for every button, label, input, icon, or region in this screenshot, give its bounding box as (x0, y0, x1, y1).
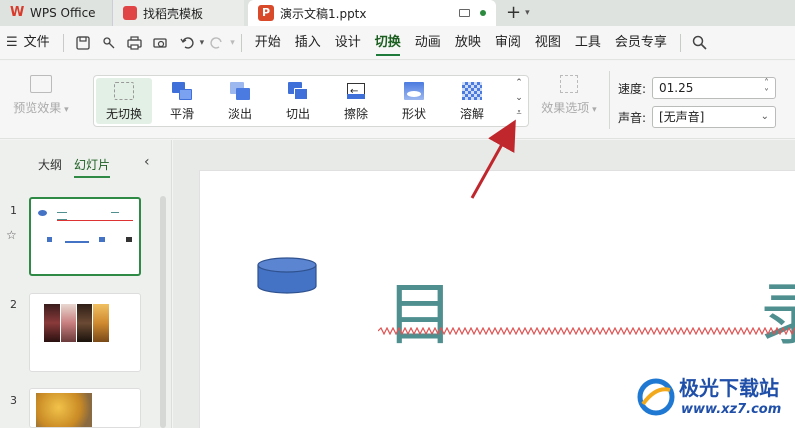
watermark-url: www.xz7.com (681, 402, 782, 417)
watermark-logo-icon (637, 378, 675, 416)
annotation-arrow (470, 119, 516, 199)
watermark-title: 极光下载站 (679, 376, 779, 400)
watermark: 极光下载站 www.xz7.com (633, 372, 793, 424)
